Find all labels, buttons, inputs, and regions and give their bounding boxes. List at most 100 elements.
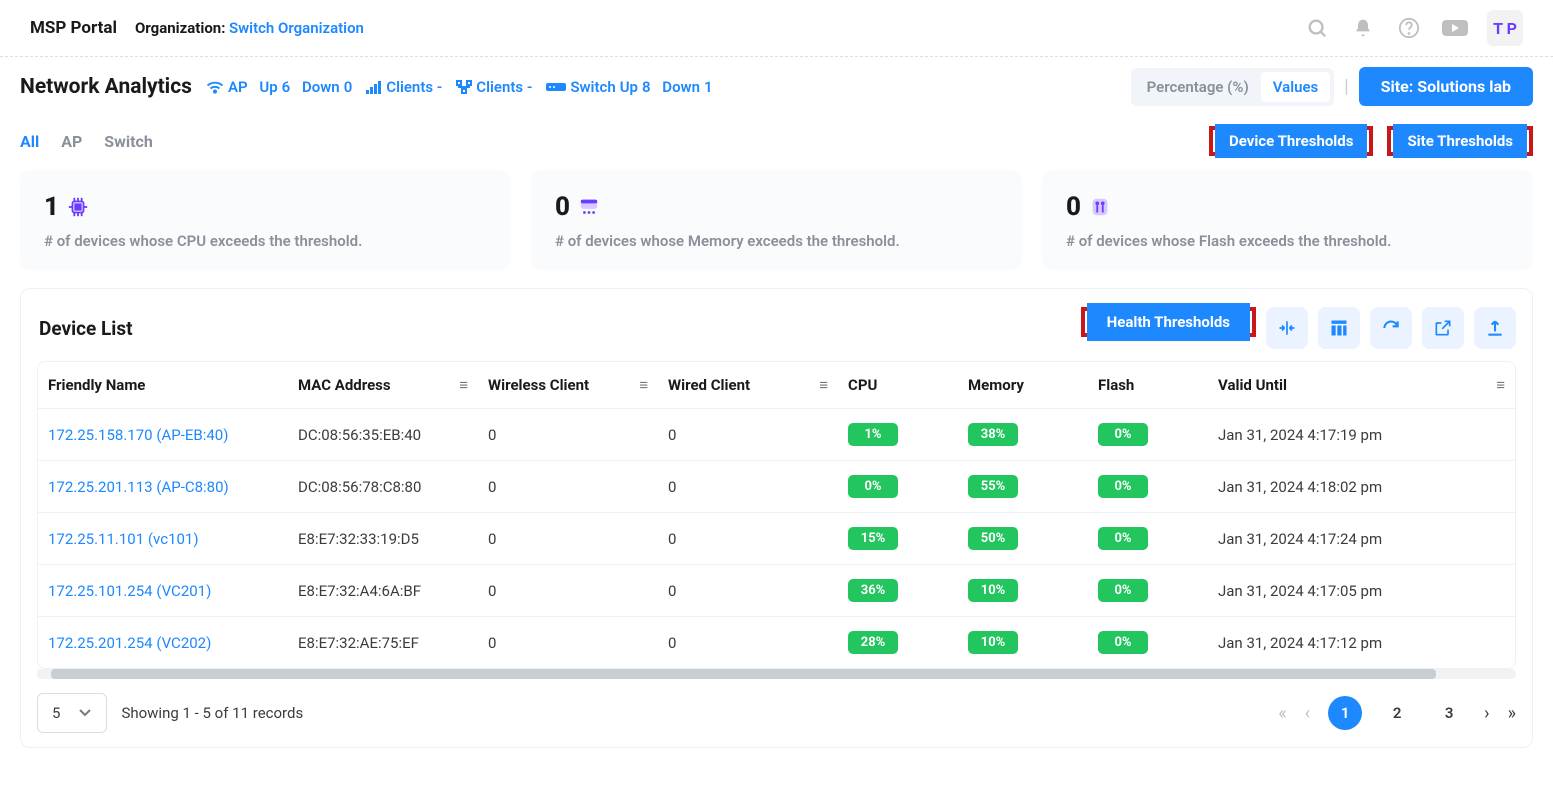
filter-icon[interactable]: ≡: [639, 376, 648, 394]
columns-button[interactable]: [1318, 307, 1360, 349]
col-mac[interactable]: MAC Address≡: [288, 362, 478, 409]
col-wireless[interactable]: Wireless Client≡: [478, 362, 658, 409]
device-list-header: Device List Health Thresholds: [21, 289, 1532, 361]
threshold-buttons: Device Thresholds Site Thresholds: [1209, 126, 1533, 156]
next-page-button[interactable]: ›: [1484, 703, 1489, 724]
help-icon[interactable]: [1395, 14, 1423, 42]
cpu-badge: 36%: [848, 579, 898, 602]
refresh-button[interactable]: [1370, 307, 1412, 349]
wireless-clients-stat[interactable]: Clients -: [366, 78, 442, 96]
switch-up: Up: [620, 78, 638, 96]
switch-stat[interactable]: Switch Up 8 Down 1: [546, 78, 712, 96]
cell-wired: 0: [658, 409, 838, 461]
first-page-button[interactable]: «: [1278, 703, 1286, 724]
site-selector-button[interactable]: Site: Solutions lab: [1359, 67, 1533, 106]
cell-wireless: 0: [478, 461, 658, 513]
device-link[interactable]: 172.25.11.101 (vc101): [48, 530, 199, 548]
cell-valid: Jan 31, 2024 4:17:05 pm: [1208, 565, 1485, 617]
cell-wireless: 0: [478, 565, 658, 617]
clients-wired-text: Clients -: [476, 78, 532, 96]
flash-desc: # of devices whose Flash exceeds the thr…: [1066, 232, 1509, 250]
cell-mac: E8:E7:32:33:19:D5: [288, 513, 478, 565]
brand: MSP Portal: [30, 18, 117, 38]
memory-badge: 38%: [968, 423, 1018, 446]
table-header-row: Friendly Name MAC Address≡ Wireless Clie…: [38, 362, 1515, 409]
tabs-row: All AP Switch Device Thresholds Site Thr…: [0, 120, 1553, 170]
health-thresholds-button[interactable]: Health Thresholds: [1087, 303, 1250, 341]
toggle-percentage[interactable]: Percentage (%): [1135, 72, 1261, 102]
table-row: 172.25.201.113 (AP-C8:80)DC:08:56:78:C8:…: [38, 461, 1515, 513]
device-table: Friendly Name MAC Address≡ Wireless Clie…: [37, 361, 1516, 669]
popout-button[interactable]: [1422, 307, 1464, 349]
device-link[interactable]: 172.25.101.254 (VC201): [48, 582, 211, 600]
flash-threshold-card: 0 # of devices whose Flash exceeds the t…: [1042, 170, 1533, 270]
filter-icon[interactable]: ≡: [819, 376, 828, 394]
horizontal-scrollbar[interactable]: [37, 669, 1516, 679]
filter-icon[interactable]: ≡: [459, 376, 468, 394]
device-link[interactable]: 172.25.158.170 (AP-EB:40): [48, 426, 228, 444]
memory-badge: 10%: [968, 631, 1018, 654]
cpu-count: 1: [44, 192, 59, 222]
cell-mac: E8:E7:32:AE:75:EF: [288, 617, 478, 669]
divider: |: [1344, 76, 1348, 97]
cell-wired: 0: [658, 565, 838, 617]
memory-threshold-card: 0 # of devices whose Memory exceeds the …: [531, 170, 1022, 270]
memory-desc: # of devices whose Memory exceeds the th…: [555, 232, 998, 250]
search-icon[interactable]: [1303, 14, 1331, 42]
avatar[interactable]: T P: [1487, 10, 1523, 46]
device-thresholds-button[interactable]: Device Thresholds: [1215, 124, 1367, 158]
highlight-health-thresholds: Health Thresholds: [1081, 307, 1256, 337]
highlight-device-thresholds: Device Thresholds: [1209, 126, 1373, 156]
device-link[interactable]: 172.25.201.254 (VC202): [48, 634, 211, 652]
highlight-site-thresholds: Site Thresholds: [1387, 126, 1533, 156]
col-memory[interactable]: Memory: [958, 362, 1088, 409]
org-group: Organization: Switch Organization: [135, 19, 364, 37]
memory-count: 0: [555, 192, 570, 222]
col-friendly-name[interactable]: Friendly Name: [38, 362, 288, 409]
wired-clients-stat[interactable]: Clients -: [456, 78, 532, 96]
tabs: All AP Switch: [20, 132, 153, 151]
site-thresholds-button[interactable]: Site Thresholds: [1393, 124, 1527, 158]
filter-icon[interactable]: ≡: [1496, 376, 1505, 394]
clients-wireless-text: Clients -: [386, 78, 442, 96]
cell-wireless: 0: [478, 617, 658, 669]
table-row: 172.25.11.101 (vc101)E8:E7:32:33:19:D500…: [38, 513, 1515, 565]
summary-cards: 1 # of devices whose CPU exceeds the thr…: [0, 170, 1553, 288]
flash-badge: 0%: [1098, 527, 1148, 550]
col-flash[interactable]: Flash: [1088, 362, 1208, 409]
page-2[interactable]: 2: [1380, 696, 1414, 730]
video-icon[interactable]: [1441, 14, 1469, 42]
memory-badge: 55%: [968, 475, 1018, 498]
table-row: 172.25.101.254 (VC201)E8:E7:32:A4:6A:BF0…: [38, 565, 1515, 617]
cell-valid: Jan 31, 2024 4:17:24 pm: [1208, 513, 1485, 565]
col-wired[interactable]: Wired Client≡: [658, 362, 838, 409]
ap-up-count: 6: [282, 78, 291, 96]
tab-switch[interactable]: Switch: [104, 132, 153, 151]
topology-icon: [456, 80, 472, 94]
cell-wired: 0: [658, 461, 838, 513]
toggle-values[interactable]: Values: [1261, 72, 1331, 102]
collapse-columns-button[interactable]: [1266, 307, 1308, 349]
bell-icon[interactable]: [1349, 14, 1377, 42]
tab-ap[interactable]: AP: [61, 132, 82, 151]
cell-valid: Jan 31, 2024 4:17:19 pm: [1208, 409, 1485, 461]
prev-page-button[interactable]: ‹: [1305, 703, 1310, 724]
flash-badge: 0%: [1098, 423, 1148, 446]
device-link[interactable]: 172.25.201.113 (AP-C8:80): [48, 478, 229, 496]
tab-all[interactable]: All: [20, 132, 39, 151]
topbar: MSP Portal Organization: Switch Organiza…: [0, 0, 1553, 57]
switch-org-link[interactable]: Switch Organization: [229, 19, 364, 37]
col-cpu[interactable]: CPU: [838, 362, 958, 409]
col-more[interactable]: ≡: [1485, 362, 1515, 409]
upload-button[interactable]: [1474, 307, 1516, 349]
page-3[interactable]: 3: [1432, 696, 1466, 730]
subheader: Network Analytics AP Up 6 Down 0 Clients…: [0, 57, 1553, 120]
ap-down: Down: [302, 78, 340, 96]
page-1[interactable]: 1: [1328, 696, 1362, 730]
page-size-select[interactable]: 5: [37, 693, 107, 733]
cell-wireless: 0: [478, 513, 658, 565]
cell-wired: 0: [658, 513, 838, 565]
col-valid-until[interactable]: Valid Until: [1208, 362, 1485, 409]
last-page-button[interactable]: »: [1508, 703, 1516, 724]
ap-stat[interactable]: AP Up 6 Down 0: [206, 78, 352, 96]
